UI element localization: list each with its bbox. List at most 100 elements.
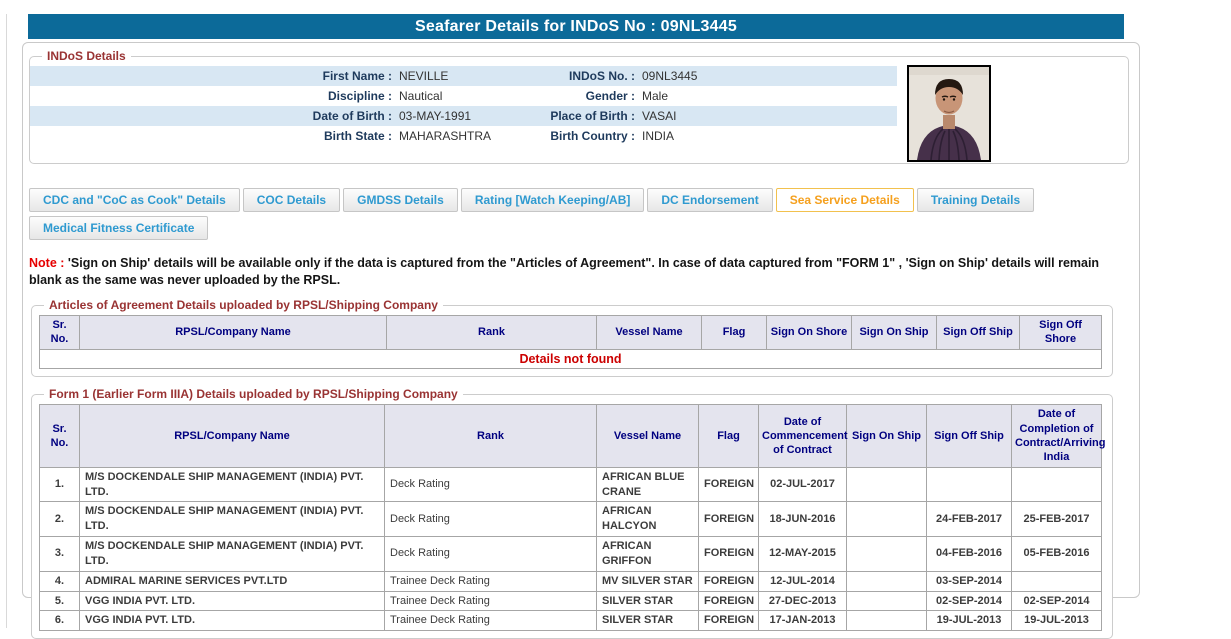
discipline-label: Discipline : xyxy=(30,89,392,103)
discipline-value: Nautical xyxy=(392,89,510,103)
date-of-birth-value: 03-MAY-1991 xyxy=(392,109,510,123)
table-row: 3. M/S DOCKENDALE SHIP MANAGEMENT (INDIA… xyxy=(40,537,1102,572)
cell-flag: FOREIGN xyxy=(699,571,759,591)
cell-sr-no: 5. xyxy=(40,591,80,611)
birth-state-label: Birth State : xyxy=(30,129,392,143)
cell-completion-date: 05-FEB-2016 xyxy=(1012,537,1102,572)
cell-sign-on-ship xyxy=(847,537,927,572)
table-row: 5. VGG INDIA PVT. LTD. Trainee Deck Rati… xyxy=(40,591,1102,611)
column-header-sign-on-ship: Sign On Ship xyxy=(847,405,927,467)
cell-company: VGG INDIA PVT. LTD. xyxy=(80,591,385,611)
form1-table: Sr. No. RPSL/Company Name Rank Vessel Na… xyxy=(39,404,1102,631)
tab-training-details[interactable]: Training Details xyxy=(917,188,1034,212)
cell-vessel: AFRICAN HALCYON xyxy=(597,502,699,537)
cell-vessel: AFRICAN GRIFFON xyxy=(597,537,699,572)
form1-legend: Form 1 (Earlier Form IIIA) Details uploa… xyxy=(44,387,463,401)
cell-sign-on-ship xyxy=(847,591,927,611)
articles-empty-row: Details not found xyxy=(40,349,1102,369)
cell-flag: FOREIGN xyxy=(699,467,759,502)
tab-coc-details[interactable]: COC Details xyxy=(243,188,340,212)
cell-company: M/S DOCKENDALE SHIP MANAGEMENT (INDIA) P… xyxy=(80,467,385,502)
gender-label: Gender : xyxy=(510,89,635,103)
column-header-sign-on-ship: Sign On Ship xyxy=(852,316,937,350)
form1-header-row: Sr. No. RPSL/Company Name Rank Vessel Na… xyxy=(40,405,1102,467)
cell-flag: FOREIGN xyxy=(699,502,759,537)
cell-completion-date: 02-SEP-2014 xyxy=(1012,591,1102,611)
cell-company: M/S DOCKENDALE SHIP MANAGEMENT (INDIA) P… xyxy=(80,537,385,572)
cell-commencement-date: 27-DEC-2013 xyxy=(759,591,847,611)
table-row: 4. ADMIRAL MARINE SERVICES PVT.LTD Train… xyxy=(40,571,1102,591)
articles-of-agreement-legend: Articles of Agreement Details uploaded b… xyxy=(44,298,443,312)
tab-dc-endorsement[interactable]: DC Endorsement xyxy=(647,188,772,212)
cell-commencement-date: 02-JUL-2017 xyxy=(759,467,847,502)
indos-row-first-name: First Name : NEVILLE INDoS No. : 09NL344… xyxy=(30,66,897,86)
cell-company: M/S DOCKENDALE SHIP MANAGEMENT (INDIA) P… xyxy=(80,502,385,537)
indos-no-value: 09NL3445 xyxy=(635,69,897,83)
tab-cdc-coc-as-cook-details[interactable]: CDC and "CoC as Cook" Details xyxy=(29,188,240,212)
place-of-birth-label: Place of Birth : xyxy=(510,109,635,123)
date-of-birth-label: Date of Birth : xyxy=(30,109,392,123)
cell-commencement-date: 12-MAY-2015 xyxy=(759,537,847,572)
cell-vessel: SILVER STAR xyxy=(597,591,699,611)
indos-details-section: INDoS Details First Name : NEVILLE INDoS… xyxy=(29,56,1129,164)
column-header-sr-no: Sr. No. xyxy=(40,316,80,350)
place-of-birth-value: VASAI xyxy=(635,109,897,123)
main-container: INDoS Details First Name : NEVILLE INDoS… xyxy=(22,42,1140,598)
indos-row-discipline: Discipline : Nautical Gender : Male xyxy=(30,86,897,106)
first-name-label: First Name : xyxy=(30,69,392,83)
indos-row-birth-state: Birth State : MAHARASHTRA Birth Country … xyxy=(30,126,897,146)
cell-sign-off-ship: 03-SEP-2014 xyxy=(927,571,1012,591)
column-header-sr-no: Sr. No. xyxy=(40,405,80,467)
cell-completion-date: 25-FEB-2017 xyxy=(1012,502,1102,537)
column-header-sign-on-shore: Sign On Shore xyxy=(767,316,852,350)
cell-flag: FOREIGN xyxy=(699,591,759,611)
cell-sr-no: 2. xyxy=(40,502,80,537)
cell-rank: Deck Rating xyxy=(385,502,597,537)
table-row: 2. M/S DOCKENDALE SHIP MANAGEMENT (INDIA… xyxy=(40,502,1102,537)
tab-rating-watch-keeping-ab[interactable]: Rating [Watch Keeping/AB] xyxy=(461,188,645,212)
column-header-vessel-name: Vessel Name xyxy=(597,405,699,467)
form1-section: Form 1 (Earlier Form IIIA) Details uploa… xyxy=(31,394,1113,639)
birth-country-value: INDIA xyxy=(635,129,897,143)
column-header-rank: Rank xyxy=(385,405,597,467)
indos-details-legend: INDoS Details xyxy=(42,49,131,63)
cell-completion-date xyxy=(1012,571,1102,591)
gender-value: Male xyxy=(635,89,897,103)
details-not-found-message: Details not found xyxy=(40,349,1102,369)
cell-sr-no: 4. xyxy=(40,571,80,591)
cell-completion-date xyxy=(1012,467,1102,502)
column-header-sign-off-ship: Sign Off Ship xyxy=(937,316,1020,350)
cell-sign-off-ship: 24-FEB-2017 xyxy=(927,502,1012,537)
column-header-flag: Flag xyxy=(702,316,767,350)
cell-sr-no: 1. xyxy=(40,467,80,502)
tab-gmdss-details[interactable]: GMDSS Details xyxy=(343,188,458,212)
column-header-flag: Flag xyxy=(699,405,759,467)
cell-company: ADMIRAL MARINE SERVICES PVT.LTD xyxy=(80,571,385,591)
cell-sign-off-ship: 02-SEP-2014 xyxy=(927,591,1012,611)
column-header-rpsl-company-name: RPSL/Company Name xyxy=(80,405,385,467)
cell-rank: Trainee Deck Rating xyxy=(385,571,597,591)
page-title: Seafarer Details for INDoS No : 09NL3445 xyxy=(28,14,1124,39)
tab-sea-service-details[interactable]: Sea Service Details xyxy=(776,188,914,212)
cell-flag: FOREIGN xyxy=(699,537,759,572)
first-name-value: NEVILLE xyxy=(392,69,510,83)
indos-details-rows: First Name : NEVILLE INDoS No. : 09NL344… xyxy=(30,66,897,146)
cell-sign-off-ship: 04-FEB-2016 xyxy=(927,537,1012,572)
note-text: 'Sign on Ship' details will be available… xyxy=(29,256,1099,287)
tab-bar-second-row: Medical Fitness Certificate xyxy=(29,216,1139,240)
column-header-sign-off-ship: Sign Off Ship xyxy=(927,405,1012,467)
seafarer-photo xyxy=(907,65,991,162)
cell-sign-on-ship xyxy=(847,571,927,591)
column-header-sign-off-shore: Sign Off Shore xyxy=(1020,316,1102,350)
sign-on-ship-note: Note : 'Sign on Ship' details will be av… xyxy=(29,255,1109,288)
tab-medical-fitness-certificate[interactable]: Medical Fitness Certificate xyxy=(29,216,208,240)
column-header-vessel-name: Vessel Name xyxy=(597,316,702,350)
cell-rank: Deck Rating xyxy=(385,467,597,502)
cell-commencement-date: 12-JUL-2014 xyxy=(759,571,847,591)
cell-vessel: AFRICAN BLUE CRANE xyxy=(597,467,699,502)
articles-of-agreement-section: Articles of Agreement Details uploaded b… xyxy=(31,305,1113,377)
articles-header-row: Sr. No. RPSL/Company Name Rank Vessel Na… xyxy=(40,316,1102,350)
cell-rank: Deck Rating xyxy=(385,537,597,572)
indos-no-label: INDoS No. : xyxy=(510,69,635,83)
indos-row-birth-date: Date of Birth : 03-MAY-1991 Place of Bir… xyxy=(30,106,897,126)
